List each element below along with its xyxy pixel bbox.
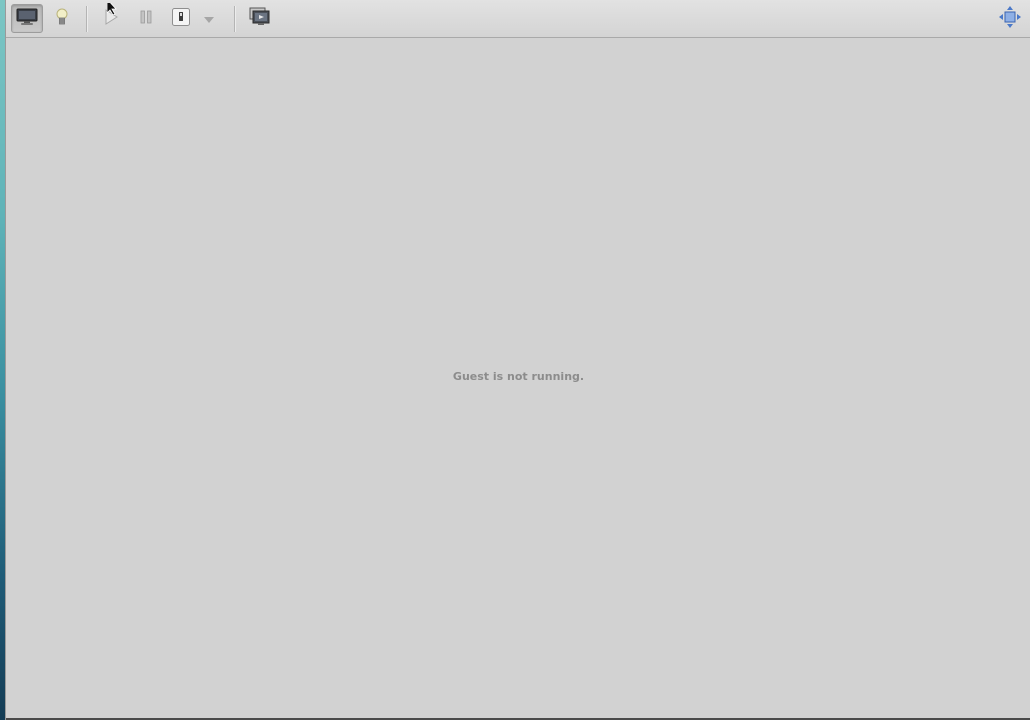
fullscreen-button[interactable] [994, 4, 1026, 33]
snapshots-icon [249, 7, 271, 31]
toolbar [6, 0, 1030, 38]
snapshots-button[interactable] [244, 4, 276, 33]
power-icon [171, 7, 191, 31]
pause-button[interactable] [130, 4, 162, 33]
chevron-down-icon [203, 9, 215, 28]
toolbar-separator [234, 6, 236, 32]
vm-viewer-window: Guest is not running. [5, 0, 1030, 720]
monitor-icon [16, 8, 38, 30]
shutdown-menu-button[interactable] [197, 4, 221, 33]
mouse-cursor-icon [106, 0, 119, 16]
guest-status-message: Guest is not running. [452, 370, 585, 383]
details-view-button[interactable] [46, 4, 78, 33]
lightbulb-icon [55, 7, 69, 31]
fullscreen-icon [998, 5, 1022, 33]
toolbar-separator [86, 6, 88, 32]
console-view-button[interactable] [11, 4, 43, 33]
shutdown-button[interactable] [165, 4, 197, 33]
pause-icon [138, 9, 154, 29]
